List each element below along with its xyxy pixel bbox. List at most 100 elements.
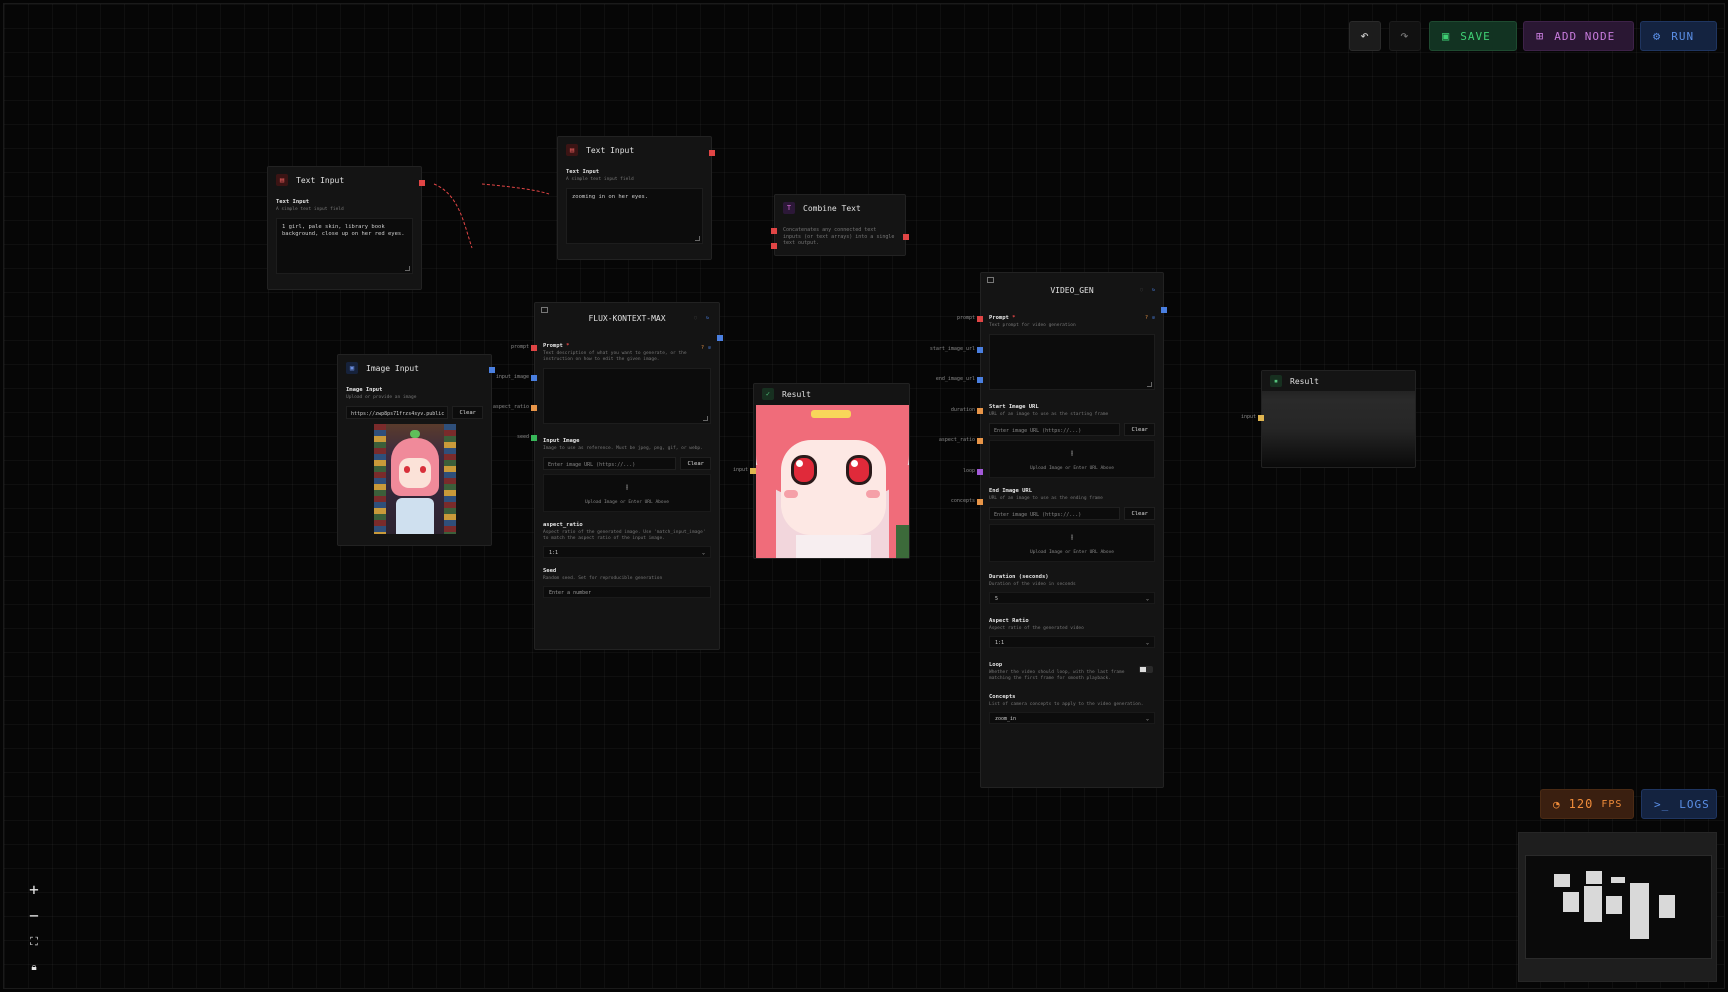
concepts-value: zoom_in: [995, 716, 1017, 722]
text-input-node-1[interactable]: ▤ Text Input Text Input A simple text in…: [267, 166, 425, 290]
logs-button[interactable]: >_ LOGS: [1641, 789, 1717, 819]
clear-button[interactable]: Clear: [1124, 507, 1155, 520]
save-button[interactable]: ▣ SAVE: [1429, 21, 1517, 51]
minimap[interactable]: [1518, 832, 1717, 982]
node-canvas[interactable]: ▤ Text Input Text Input A simple text in…: [3, 3, 1725, 989]
image-url-input[interactable]: Enter image URL (https://...): [543, 457, 677, 470]
end-image-url-port[interactable]: [977, 377, 983, 383]
start-image-url-input[interactable]: Enter image URL (https://...): [989, 423, 1121, 436]
start-image-url-port[interactable]: [977, 347, 983, 353]
field-label: Text Input: [566, 169, 600, 175]
port-label-aspect-ratio: aspect_ratio: [938, 437, 975, 443]
output-port[interactable]: [489, 367, 495, 373]
upload-dropzone[interactable]: ⭱ Upload Image or Enter URL Above: [543, 474, 711, 512]
zoom-in-icon[interactable]: +: [29, 882, 39, 898]
aspect-ratio-value: 1:1: [995, 640, 1005, 646]
end-image-url-input[interactable]: Enter image URL (https://...): [989, 507, 1121, 520]
help-icon[interactable]: ?: [1145, 315, 1148, 321]
output-port[interactable]: [1161, 307, 1167, 313]
output-port[interactable]: [717, 335, 723, 341]
duration-port[interactable]: [977, 408, 983, 414]
video-gen-node[interactable]: VIDEO_GEN ◌ ↻ ? ⊘ Prompt * Text prompt f…: [930, 272, 1167, 788]
node-title: Text Input: [296, 175, 345, 185]
loop-toggle[interactable]: [1139, 666, 1153, 673]
port-label-input: input: [1240, 414, 1256, 420]
fit-view-icon[interactable]: ⛶: [30, 934, 38, 950]
input-port[interactable]: [1258, 415, 1264, 421]
combine-text-node[interactable]: T Combine Text Concatenates any connecte…: [771, 194, 909, 256]
image-url-input[interactable]: https://zwp8ps71frzs4syv.public: [346, 406, 449, 419]
port-label-seed: seed: [516, 434, 529, 440]
loop-port[interactable]: [977, 469, 983, 475]
clear-button[interactable]: Clear: [452, 406, 483, 419]
upload-text: Upload Image or Enter URL Above: [1030, 549, 1114, 555]
input-port-1[interactable]: [771, 228, 777, 234]
end-image-description: URL of an image to use as the ending fra…: [989, 496, 1103, 501]
node-title: Combine Text: [803, 203, 861, 213]
node-title: FLUX-KONTEXT-MAX: [588, 313, 666, 323]
run-button[interactable]: ⚙ RUN: [1640, 21, 1717, 51]
minimap-viewport[interactable]: [1525, 855, 1712, 959]
concepts-select[interactable]: zoom_in ⌄: [989, 712, 1155, 724]
node-header[interactable]: ▪ Result: [1262, 371, 1415, 391]
upload-text: Upload Image or Enter URL Above: [1030, 465, 1114, 471]
text-area[interactable]: zooming in on her eyes.: [566, 188, 703, 244]
image-input-node[interactable]: ▣ Image Input Image Input Upload or prov…: [337, 354, 495, 546]
text-area[interactable]: 1 girl, pale skin, library book backgrou…: [276, 218, 413, 274]
result-image: [756, 405, 909, 558]
duration-select[interactable]: 5 ⌄: [989, 592, 1155, 604]
link-icon[interactable]: ⊘: [1152, 315, 1155, 321]
aspect-ratio-select[interactable]: 1:1 ⌄: [543, 546, 711, 558]
prompt-port[interactable]: [531, 345, 537, 351]
port-label-prompt: prompt: [510, 344, 529, 350]
input-image-port[interactable]: [531, 375, 537, 381]
prompt-textarea[interactable]: [989, 334, 1155, 390]
clear-button[interactable]: Clear: [680, 457, 711, 470]
help-icon[interactable]: ?: [701, 345, 704, 351]
result-node-1[interactable]: ✓ Result input: [733, 383, 910, 559]
aspect-ratio-select[interactable]: 1:1 ⌄: [989, 636, 1155, 648]
clear-button[interactable]: Clear: [1124, 423, 1155, 436]
start-image-upload[interactable]: ⭱ Upload Image or Enter URL Above: [989, 440, 1155, 478]
output-port[interactable]: [709, 150, 715, 156]
aspect-ratio-port[interactable]: [531, 405, 537, 411]
port-label-input: input: [732, 467, 748, 473]
node-header[interactable]: ▣ Image Input: [338, 355, 491, 381]
redo-button[interactable]: ↷: [1389, 21, 1421, 51]
status-icon: ◌: [693, 315, 697, 321]
refresh-icon[interactable]: ↻: [706, 315, 709, 321]
concepts-label: Concepts: [989, 694, 1016, 700]
fps-indicator: ◔ 120 FPS: [1540, 789, 1634, 819]
output-port[interactable]: [903, 234, 909, 240]
undo-button[interactable]: ↶: [1349, 21, 1381, 51]
link-icon[interactable]: ⊘: [708, 345, 711, 351]
result-node-2[interactable]: ▪ Result input: [1241, 370, 1416, 468]
seed-port[interactable]: [531, 435, 537, 441]
concepts-port[interactable]: [977, 499, 983, 505]
input-port-2[interactable]: [771, 243, 777, 249]
aspect-ratio-label: aspect_ratio: [543, 522, 583, 528]
prompt-port[interactable]: [977, 316, 983, 322]
refresh-icon[interactable]: ↻: [1152, 287, 1155, 293]
port-label-concepts: concepts: [950, 498, 975, 504]
node-header[interactable]: VIDEO_GEN ◌ ↻: [981, 273, 1163, 307]
node-header[interactable]: ✓ Result: [754, 384, 909, 404]
loop-description: Whether the video should loop, with the …: [989, 670, 1125, 681]
output-port[interactable]: [419, 180, 425, 186]
aspect-ratio-port[interactable]: [977, 438, 983, 444]
end-image-upload[interactable]: ⭱ Upload Image or Enter URL Above: [989, 524, 1155, 562]
node-header[interactable]: T Combine Text: [775, 195, 905, 221]
text-input-node-2[interactable]: ▤ Text Input Text Input A simple text in…: [557, 136, 715, 260]
model-logo-icon: [987, 277, 994, 283]
node-header[interactable]: ▤ Text Input: [558, 137, 711, 163]
seed-input[interactable]: Enter a number: [543, 586, 711, 598]
node-header[interactable]: ▤ Text Input: [268, 167, 421, 193]
add-node-button[interactable]: ⊞ ADD NODE: [1523, 21, 1634, 51]
zoom-out-icon[interactable]: −: [29, 908, 39, 924]
node-header[interactable]: FLUX-KONTEXT-MAX ◌ ↻: [535, 303, 719, 333]
prompt-textarea[interactable]: [543, 368, 711, 424]
prompt-label-text: Prompt: [989, 315, 1009, 321]
flux-kontext-max-node[interactable]: FLUX-KONTEXT-MAX ◌ ↻ ? ⊘ Prompt * Text d…: [493, 302, 723, 650]
lock-icon[interactable]: 🔒︎: [31, 960, 36, 976]
input-port[interactable]: [750, 468, 756, 474]
